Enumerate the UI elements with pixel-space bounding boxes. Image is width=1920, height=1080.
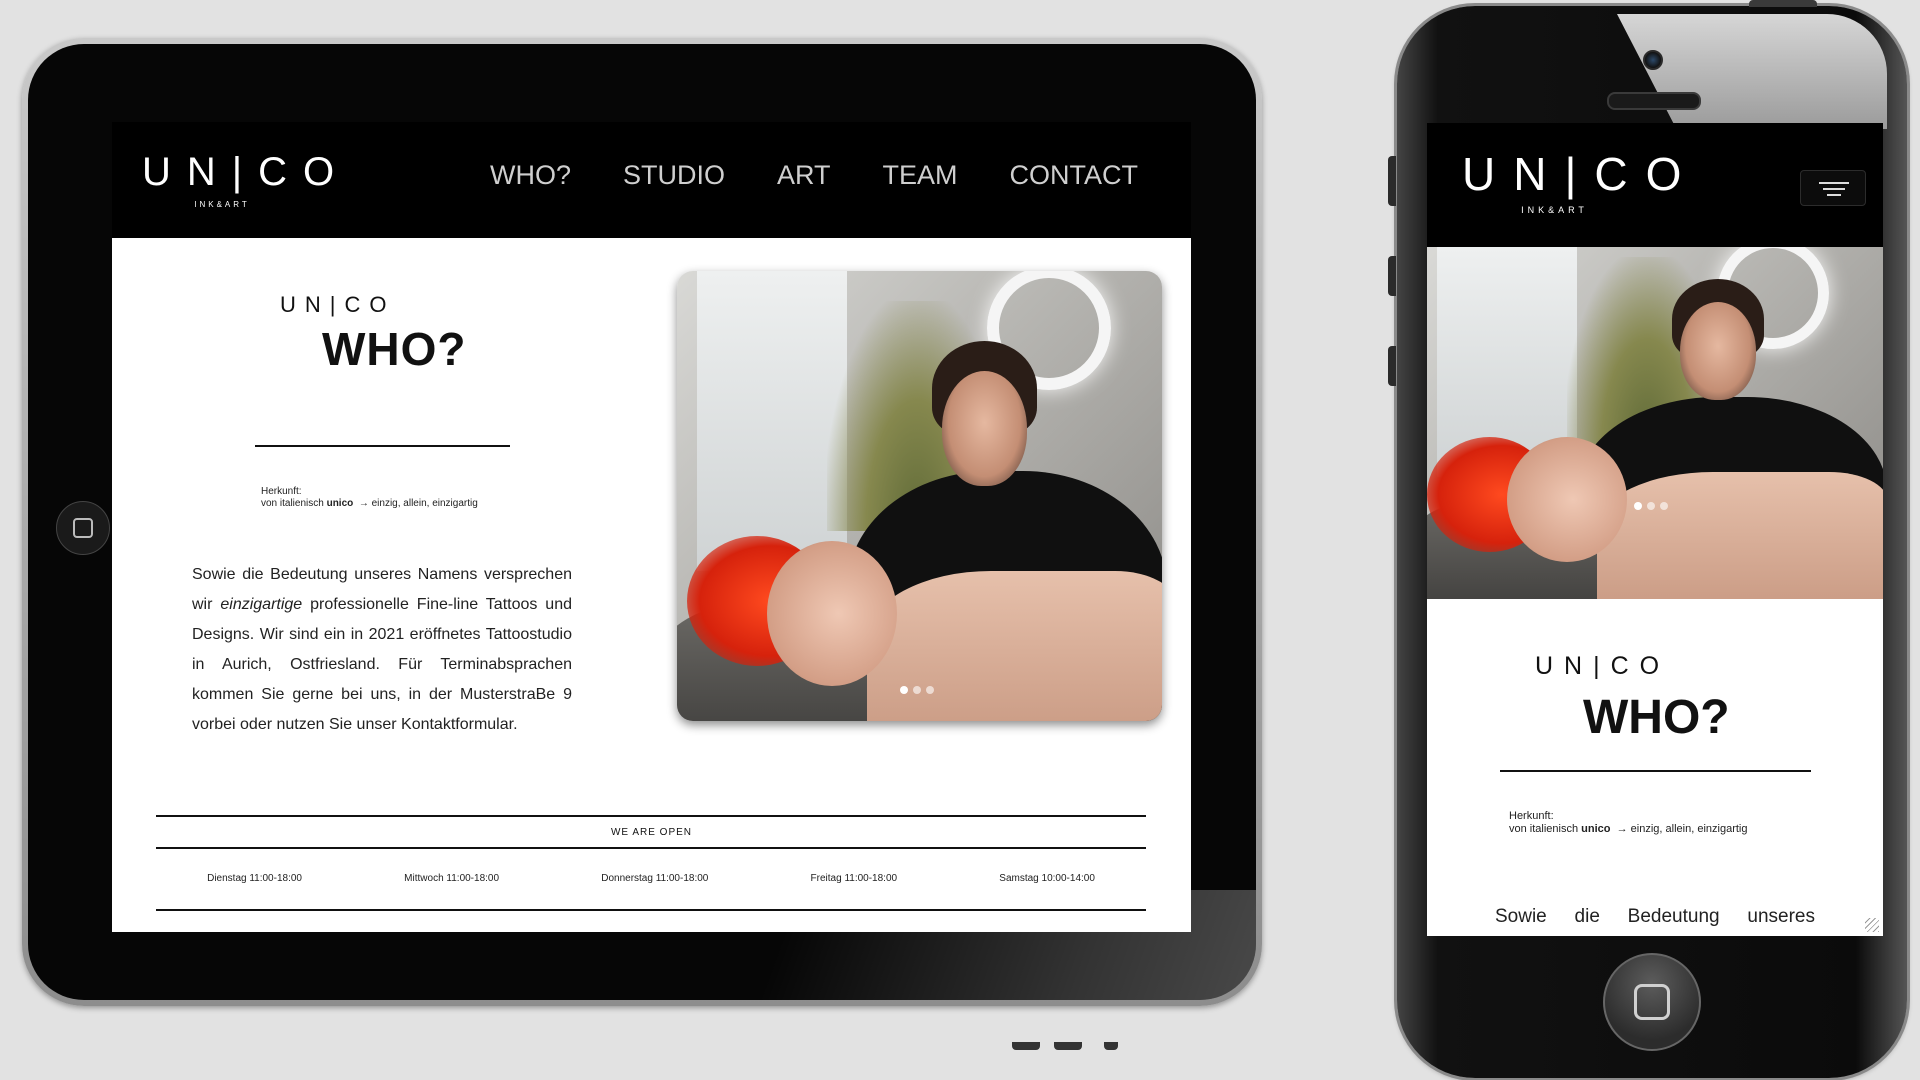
tablet-bezel: UN|CO INK&ART WHO? STUDIO ART TEAM CONTA… [28, 44, 1256, 1000]
intro-text-b: professionelle Fine-line Tattoos und Des… [192, 596, 572, 733]
nav-item-contact[interactable]: CONTACT [1010, 160, 1139, 191]
mobile-carousel-dots [1634, 502, 1668, 510]
nav-item-team[interactable]: TEAM [883, 160, 958, 191]
tattoo-photo [677, 271, 1162, 721]
tablet-screen: UN|CO INK&ART WHO? STUDIO ART TEAM CONTA… [112, 122, 1191, 932]
home-button-icon [73, 518, 93, 538]
carousel-dot[interactable] [1660, 502, 1668, 510]
photo-artist-face [1680, 302, 1756, 400]
mobile-intro-word: unseres [1747, 906, 1815, 927]
photo-window [697, 271, 847, 571]
hours-rule-mid [156, 847, 1146, 849]
hours-label: WE ARE OPEN [610, 827, 692, 838]
photo-artist-face [942, 371, 1027, 486]
origin-meaning: → einzig, allein, einzigartig [358, 498, 478, 509]
mobile-title-divider [1500, 770, 1811, 772]
hamburger-menu-icon [1823, 188, 1845, 190]
mobile-section-logo-mini: UN|CO [1535, 652, 1671, 680]
mobile-hero-carousel[interactable] [1427, 247, 1883, 599]
mobile-intro-word: die [1574, 906, 1600, 927]
nav-item-art[interactable]: ART [777, 160, 831, 191]
mobile-intro-word: Bedeutung [1627, 906, 1720, 927]
site-logo[interactable]: UN|CO INK&ART [142, 150, 351, 209]
section-logo-mini: UN|CO [280, 292, 396, 317]
title-divider [255, 445, 510, 447]
mobile-header: UN|CO INK&ART [1427, 123, 1883, 247]
home-button-icon [1634, 984, 1670, 1020]
hours-tuesday: Dienstag 11:00-18:00 [207, 873, 302, 884]
tablet-volume-button[interactable] [1012, 1042, 1040, 1050]
origin-label: Herkunft: [261, 486, 302, 497]
phone-device: UN|CO INK&ART UN|CO WHO? Herkunft: von i… [1388, 0, 1907, 1078]
carousel-dots [900, 686, 934, 694]
intro-paragraph: Sowie die Bedeutung unseres Namens versp… [192, 560, 572, 740]
mobile-section-title: WHO? [1583, 691, 1730, 744]
logo-word: UN|CO [142, 150, 351, 194]
photo-client-body [1597, 472, 1883, 599]
photo-client-face [1507, 437, 1627, 562]
speaker-grille [1607, 92, 1701, 110]
mobile-logo-word: UN|CO [1462, 148, 1700, 200]
carousel-dot[interactable] [1647, 502, 1655, 510]
mobile-intro-word: Sowie [1495, 906, 1547, 927]
section-title: WHO? [322, 323, 467, 375]
photo-client-body [867, 571, 1162, 721]
hero-carousel[interactable] [677, 271, 1162, 721]
hours-rule-top [156, 815, 1146, 817]
mobile-logo[interactable]: UN|CO INK&ART [1462, 148, 1700, 215]
tablet-device: UN|CO INK&ART WHO? STUDIO ART TEAM CONTA… [22, 38, 1262, 1050]
resize-grip-icon[interactable] [1865, 918, 1879, 932]
phone-volume-down[interactable] [1388, 346, 1396, 386]
tablet-home-button[interactable] [56, 501, 110, 555]
phone-screen: UN|CO INK&ART UN|CO WHO? Herkunft: von i… [1427, 123, 1883, 936]
hamburger-menu-icon [1827, 194, 1841, 196]
phone-volume-up[interactable] [1388, 256, 1396, 296]
phone-glare [1617, 14, 1887, 129]
camera-icon [1643, 50, 1663, 70]
logo-subtitle: INK&ART [194, 200, 250, 209]
carousel-dot[interactable] [900, 686, 908, 694]
nav-item-studio[interactable]: STUDIO [623, 160, 725, 191]
origin-prefix: von italienisch [261, 498, 324, 509]
phone-power-button[interactable] [1749, 0, 1817, 7]
mobile-origin-prefix: von italienisch [1509, 823, 1579, 835]
hamburger-menu-icon [1819, 182, 1849, 184]
nav-item-who[interactable]: WHO? [490, 160, 571, 191]
mobile-origin-label: Herkunft: [1509, 810, 1554, 822]
hamburger-menu-button[interactable] [1800, 170, 1866, 206]
origin-note: Herkunft: von italienisch unico → einzig… [261, 486, 478, 510]
tablet-volume-button[interactable] [1054, 1042, 1082, 1050]
hours-wednesday: Mittwoch 11:00-18:00 [404, 873, 500, 884]
photo-client-face [767, 541, 897, 686]
hours-thursday: Donnerstag 11:00-18:00 [601, 873, 709, 884]
carousel-dot[interactable] [1634, 502, 1642, 510]
origin-word: unico [326, 498, 354, 509]
mobile-origin-note: Herkunft: von italienisch unico → einzig… [1509, 810, 1747, 836]
main-nav: WHO? STUDIO ART TEAM CONTACT [490, 160, 1138, 191]
hours-list: Dienstag 11:00-18:00 Mittwoch 11:00-18:0… [156, 873, 1146, 884]
mobile-intro-paragraph: Sowie die Bedeutung unseres [1495, 906, 1815, 928]
mobile-origin-meaning: → einzig, allein, einzigartig [1616, 823, 1748, 835]
mobile-origin-word: unico [1581, 823, 1611, 835]
tablet-power-button[interactable] [1104, 1042, 1118, 1050]
intro-emphasis: einzigartige [220, 596, 303, 613]
hours-friday: Freitag 11:00-18:00 [810, 873, 898, 884]
phone-mute-switch[interactable] [1388, 156, 1396, 206]
phone-home-button[interactable] [1603, 953, 1701, 1051]
hours-saturday: Samstag 10:00-14:00 [999, 873, 1095, 884]
mobile-logo-subtitle: INK&ART [1521, 205, 1588, 215]
hours-rule-bottom [156, 909, 1146, 911]
carousel-dot[interactable] [913, 686, 921, 694]
carousel-dot[interactable] [926, 686, 934, 694]
mobile-tattoo-photo [1427, 247, 1883, 599]
site-header: UN|CO INK&ART WHO? STUDIO ART TEAM CONTA… [112, 122, 1191, 238]
